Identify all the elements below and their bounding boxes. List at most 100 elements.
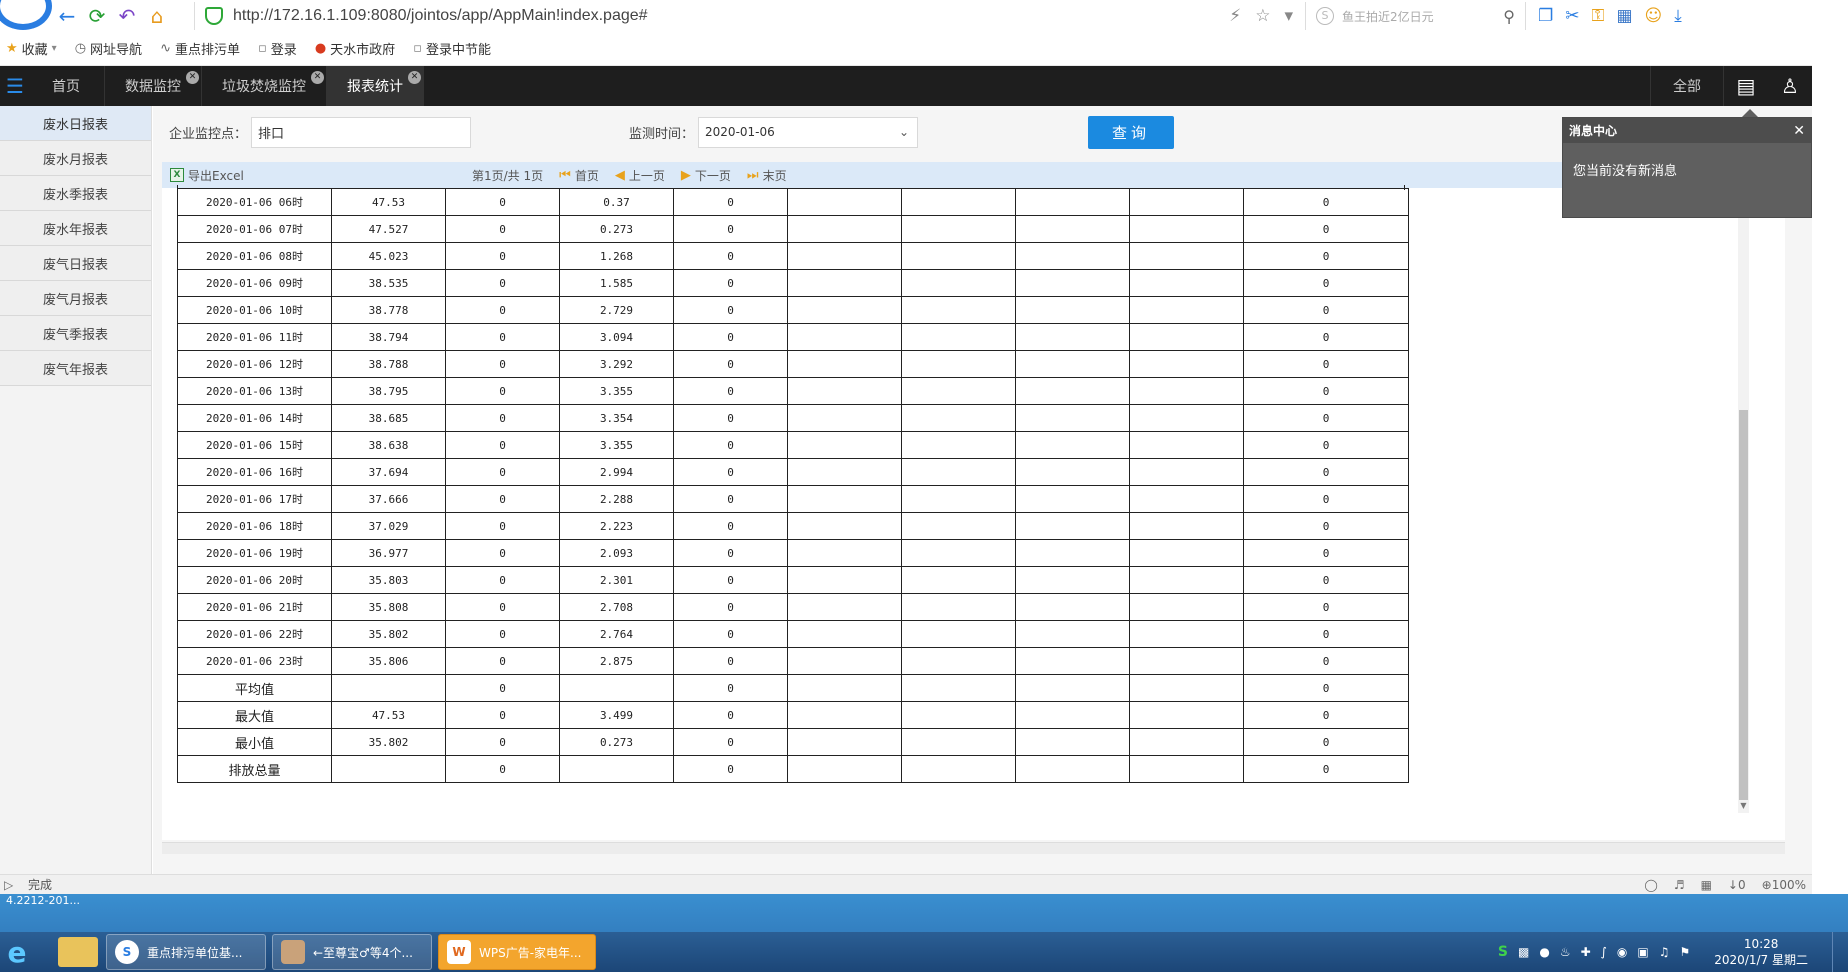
security-icon[interactable]: ✚ xyxy=(1581,945,1591,959)
sidebar-item-exhaust-yearly[interactable]: 废气年报表 xyxy=(0,351,151,386)
value-cell xyxy=(1015,188,1130,216)
sound-icon[interactable]: ♬ xyxy=(1674,878,1685,892)
query-button[interactable]: 查询 xyxy=(1088,115,1175,149)
bookmark-item[interactable]: ▫ 登录中节能 xyxy=(413,39,491,58)
close-icon[interactable]: ✕ xyxy=(311,71,324,84)
value-cell: 38.638 xyxy=(331,431,446,459)
monitor-date-select[interactable]: 2020-01-06 ⌄ xyxy=(698,116,919,148)
favorite-star-icon[interactable]: ☆ xyxy=(1255,6,1270,26)
bookmark-favorites[interactable]: ★ 收藏 ▾ xyxy=(6,39,57,58)
taskbar-item-browser[interactable]: S 重点排污单位基... xyxy=(106,934,266,970)
summary-row: 最大值 47.53 0 3.499 0 0 xyxy=(177,701,1409,729)
volume-icon[interactable]: ♫ xyxy=(1659,945,1670,959)
sidebar-item-exhaust-daily[interactable]: 废气日报表 xyxy=(0,246,151,281)
tab-home[interactable]: 首页 xyxy=(30,66,105,106)
value-cell xyxy=(559,674,674,702)
enterprise-input[interactable]: 排口 xyxy=(251,116,472,148)
sogou-input-icon[interactable]: S xyxy=(1498,944,1508,960)
folder-icon[interactable] xyxy=(58,937,98,967)
zoom-level[interactable]: ⊕100% xyxy=(1762,878,1806,892)
refresh-icon[interactable]: ⟳ xyxy=(82,4,112,28)
scissors-icon[interactable]: ✂ xyxy=(1565,6,1579,26)
sidebar-item-wastewater-yearly[interactable]: 废水年报表 xyxy=(0,211,151,246)
sidebar-item-exhaust-monthly[interactable]: 废气月报表 xyxy=(0,281,151,316)
bookmark-item[interactable]: ▫ 登录 xyxy=(258,39,297,58)
all-menu-button[interactable]: 全部 xyxy=(1650,66,1724,106)
desktop-icon-label[interactable]: 4.2212-201... xyxy=(6,894,80,907)
sidebar-item-wastewater-quarterly[interactable]: 废水季报表 xyxy=(0,176,151,211)
value-cell xyxy=(1015,269,1130,297)
value-cell xyxy=(1129,296,1244,324)
value-cell: 0 xyxy=(1243,215,1409,243)
close-icon[interactable]: ✕ xyxy=(408,71,421,84)
emoji-icon[interactable]: ☺ xyxy=(1645,6,1663,26)
next-page-button[interactable]: ▶ 下一页 xyxy=(681,167,731,184)
taskbar-item-chat[interactable]: ←至尊宝♂等4个... xyxy=(272,934,432,970)
scroll-down-icon[interactable]: ▼ xyxy=(1738,801,1749,813)
value-cell: 38.788 xyxy=(331,350,446,378)
last-page-button[interactable]: ⏭ 末页 xyxy=(747,167,787,184)
scrollbar-thumb[interactable] xyxy=(1739,410,1748,800)
translate-icon[interactable]: ▦ xyxy=(1616,6,1632,26)
dropdown-chevron-icon[interactable]: ▾ xyxy=(1284,6,1293,26)
value-cell: 0 xyxy=(445,674,560,702)
message-icon[interactable]: ▤ xyxy=(1724,66,1768,106)
shield-icon[interactable]: ◯ xyxy=(1644,878,1657,892)
menu-list-icon[interactable]: ☰ xyxy=(0,66,30,106)
qq-icon[interactable]: ● xyxy=(1539,945,1549,959)
table-row: 2020-01-06 23时 35.806 0 2.875 0 0 xyxy=(177,647,1409,675)
sidebar-item-wastewater-monthly[interactable]: 废水月报表 xyxy=(0,141,151,176)
value-cell xyxy=(1015,377,1130,405)
first-page-icon: ⏮ xyxy=(559,167,571,183)
close-icon[interactable]: ✕ xyxy=(1793,123,1805,139)
vertical-scrollbar[interactable]: ▼ xyxy=(1738,190,1749,813)
lightning-icon[interactable]: ⚡ xyxy=(1229,6,1241,26)
flag-icon[interactable]: ⚑ xyxy=(1680,945,1691,959)
ie-start-icon[interactable]: e xyxy=(0,935,34,969)
tab-waste-incineration[interactable]: 垃圾焚烧监控 ✕ xyxy=(202,66,327,106)
tab-data-monitor[interactable]: 数据监控 ✕ xyxy=(105,66,202,106)
antivirus-icon[interactable]: ◉ xyxy=(1617,945,1627,959)
system-clock[interactable]: 10:28 2020/1/7 星期二 xyxy=(1714,936,1808,968)
display-icon[interactable]: ▣ xyxy=(1637,945,1648,959)
value-cell: 0 xyxy=(1243,323,1409,351)
value-cell: 0 xyxy=(673,728,788,756)
play-icon[interactable]: ▷ xyxy=(4,878,18,892)
user-icon[interactable]: ♙ xyxy=(1768,66,1812,106)
browser-search-box[interactable]: S 鱼王拍近2亿日元 ⚲ xyxy=(1306,2,1526,30)
clean-icon[interactable]: ▦ xyxy=(1701,878,1712,892)
show-desktop-button[interactable] xyxy=(1832,932,1842,972)
last-page-icon: ⏭ xyxy=(746,167,759,183)
bluetooth-icon[interactable]: ∫ xyxy=(1601,945,1607,959)
close-icon[interactable]: ✕ xyxy=(186,71,199,84)
extension-icon[interactable]: ❐ xyxy=(1538,6,1553,26)
export-excel-button[interactable]: X 导出Excel xyxy=(162,167,472,184)
address-bar[interactable]: http://172.16.1.109:8080/jointos/app/App… xyxy=(194,2,1306,30)
first-page-button[interactable]: ⏮ 首页 xyxy=(559,167,599,184)
download-count[interactable]: ↓0 xyxy=(1728,878,1746,892)
taskbar-item-wps[interactable]: W WPS广告-家电年... xyxy=(438,934,596,970)
home-icon[interactable]: ⌂ xyxy=(142,4,172,28)
sidebar-item-wastewater-daily[interactable]: 废水日报表 xyxy=(0,106,151,141)
url-text[interactable]: http://172.16.1.109:8080/jointos/app/App… xyxy=(233,7,1229,25)
bookmark-item[interactable]: ● 天水市政府 xyxy=(315,39,395,58)
value-cell: 0 xyxy=(445,701,560,729)
value-cell: 0 xyxy=(445,350,560,378)
search-placeholder[interactable]: 鱼王拍近2亿日元 xyxy=(1342,8,1503,25)
table-row: 2020-01-06 08时 45.023 0 1.268 0 0 xyxy=(177,242,1409,270)
gov-emblem-icon: ● xyxy=(314,41,327,56)
back-arrow-icon[interactable]: ← xyxy=(52,4,82,28)
undo-icon[interactable]: ↶ xyxy=(112,4,142,28)
value-cell xyxy=(787,512,902,540)
prev-page-button[interactable]: ◀ 上一页 xyxy=(615,167,665,184)
bookmark-item[interactable]: ∿ 重点排污单 xyxy=(160,39,240,58)
key-icon[interactable]: ⚿ xyxy=(1592,6,1605,26)
search-icon[interactable]: ⚲ xyxy=(1503,7,1515,26)
network-icon[interactable]: ▩ xyxy=(1518,945,1529,959)
sidebar-item-exhaust-quarterly[interactable]: 废气季报表 xyxy=(0,316,151,351)
thermometer-icon[interactable]: ♨ xyxy=(1560,945,1571,959)
download-icon[interactable]: ⤓ xyxy=(1674,6,1682,26)
tab-report-statistics[interactable]: 报表统计 ✕ xyxy=(327,66,424,106)
value-cell xyxy=(787,701,902,729)
bookmark-item[interactable]: ◷ 网址导航 xyxy=(75,39,142,58)
